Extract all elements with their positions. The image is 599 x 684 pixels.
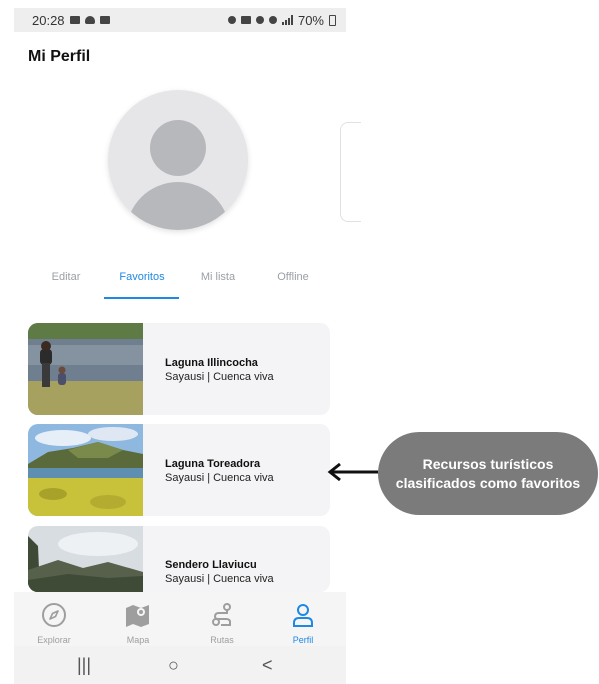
nav-label: Mapa <box>126 635 150 645</box>
mute-icon <box>240 16 251 24</box>
laguna-illincocha-photo <box>28 323 143 415</box>
card-title: Laguna Toreadora <box>165 458 261 470</box>
status-bar: 20:28 70% <box>14 8 346 32</box>
side-card <box>340 122 361 222</box>
nav-perfil[interactable]: Perfil <box>273 602 333 645</box>
nav-explorar[interactable]: Explorar <box>24 602 84 645</box>
card-subtitle: Sayausi | Cuenca viva <box>165 472 274 484</box>
back-button[interactable]: < <box>262 655 273 676</box>
home-button[interactable]: ○ <box>168 655 179 676</box>
active-tab-indicator <box>104 297 179 299</box>
gallery-icon <box>69 16 80 24</box>
signal-icon <box>281 15 293 25</box>
cloud-icon <box>84 16 95 24</box>
avatar-head-icon <box>150 120 206 176</box>
tab-offline[interactable]: Offline <box>255 271 331 283</box>
media-icon <box>99 16 110 24</box>
alarm-icon <box>227 16 236 24</box>
card-subtitle: Sayausi | Cuenca viva <box>165 573 274 585</box>
nav-label: Explorar <box>37 635 71 645</box>
tab-editar[interactable]: Editar <box>28 271 104 283</box>
favorite-card[interactable]: Sendero Llaviucu Sayausi | Cuenca viva <box>28 526 330 592</box>
status-time: 20:28 <box>32 12 65 28</box>
card-title: Sendero Llaviucu <box>165 559 257 571</box>
page-title: Mi Perfil <box>28 48 91 65</box>
system-nav-bar: ||| ○ < <box>14 646 346 684</box>
nav-label: Perfil <box>292 635 314 645</box>
favorite-card[interactable]: Laguna Illincocha Sayausi | Cuenca viva <box>28 323 330 415</box>
nav-mapa[interactable]: Mapa <box>108 602 168 645</box>
location-icon <box>255 16 264 24</box>
route-icon <box>212 603 231 626</box>
avatar[interactable] <box>108 90 248 230</box>
battery-icon <box>329 14 336 26</box>
battery-percent: 70% <box>297 12 324 28</box>
annotation-callout: Recursos turísticos clasificados como fa… <box>378 432 598 515</box>
nav-rutas[interactable]: Rutas <box>192 602 252 645</box>
compass-icon <box>42 603 66 627</box>
person-icon <box>293 604 313 627</box>
card-subtitle: Sayausi | Cuenca viva <box>165 371 274 383</box>
laguna-toreadora-photo <box>28 424 143 516</box>
arrow-left-icon <box>327 462 378 482</box>
map-icon <box>126 605 149 627</box>
avatar-body-icon <box>126 182 230 230</box>
bottom-nav: Explorar Mapa Rutas Perfil <box>14 592 346 646</box>
favorite-card[interactable]: Laguna Toreadora Sayausi | Cuenca viva <box>28 424 330 516</box>
card-title: Laguna Illincocha <box>165 357 258 369</box>
nav-label: Rutas <box>210 635 234 645</box>
tab-favoritos[interactable]: Favoritos <box>104 271 180 283</box>
recents-button[interactable]: ||| <box>77 655 91 676</box>
tab-mi-lista[interactable]: Mi lista <box>180 271 256 283</box>
sendero-llaviucu-photo <box>28 526 143 592</box>
phone-screen: 20:28 70% Mi Perfil Editar Favoritos Mi … <box>0 0 361 684</box>
wifi-icon <box>268 16 277 24</box>
